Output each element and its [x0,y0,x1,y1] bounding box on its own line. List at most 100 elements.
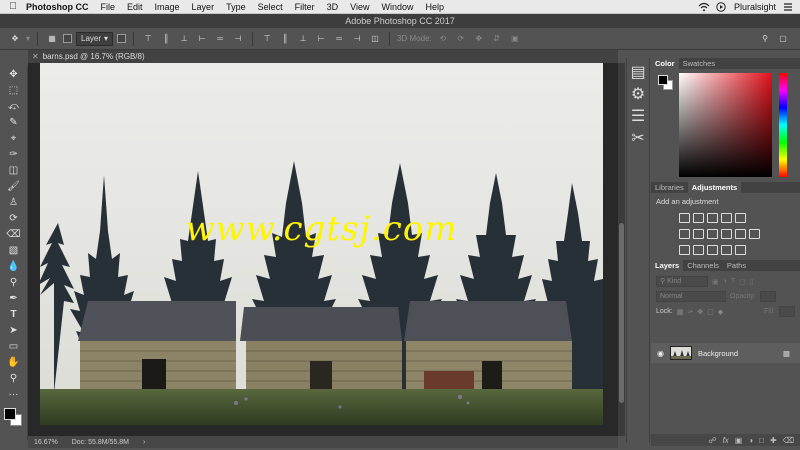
invert-icon[interactable] [679,245,690,255]
layer-filter-select[interactable]: ⚲ Kind [656,276,708,287]
foreground-color[interactable] [4,408,16,420]
menu-type[interactable]: Type [220,0,252,14]
distribute-left-icon[interactable]: ⊢ [314,32,328,46]
tab-paths[interactable]: Paths [723,260,750,271]
layer-style-icon[interactable]: fx [723,436,729,445]
menu-file[interactable]: File [95,0,122,14]
auto-select-target-select[interactable]: Layer ▾ [76,31,114,46]
filter-shape-icon[interactable]: ▢ [739,278,746,286]
align-right-icon[interactable]: ⊣ [231,32,245,46]
lock-all-icon[interactable]: ◆ [718,308,723,316]
foreground-swatch[interactable] [658,75,668,85]
filter-type-icon[interactable]: T [731,278,735,285]
search-icon[interactable]: ⚲ [758,32,772,46]
show-transform-checkbox[interactable] [117,34,127,43]
apple-icon[interactable]:  [6,0,20,14]
tab-layers[interactable]: Layers [651,260,684,271]
tab-swatches[interactable]: Swatches [679,58,720,69]
healing-brush-tool-icon[interactable]: ◫ [4,163,24,178]
more-tools-icon[interactable]: ··· [4,387,24,402]
eye-icon[interactable]: ◉ [657,349,664,358]
link-layers-icon[interactable]: ☍ [708,436,716,445]
auto-align-icon[interactable]: ◫ [368,32,382,46]
close-icon[interactable]: ✕ [32,50,39,63]
new-adjustment-layer-icon[interactable]: ◑ [748,436,753,445]
color-lookup-icon[interactable] [749,229,760,239]
rotate-3d-icon[interactable]: ⟲ [436,32,450,46]
menu-app-name[interactable]: Photoshop CC [20,0,95,14]
quick-selection-tool-icon[interactable]: ✎ [4,115,24,130]
lock-artboard-icon[interactable]: ▢ [707,308,714,316]
align-top-icon[interactable]: ⊤ [141,32,155,46]
delete-layer-icon[interactable]: ⌫ [783,436,794,445]
levels-icon[interactable] [693,213,704,223]
menu-view[interactable]: View [344,0,375,14]
new-group-icon[interactable]: □ [759,436,764,445]
history-panel-icon[interactable]: ▤ [630,64,646,81]
move-tool-icon[interactable]: ✥ [4,67,24,82]
status-menu-icon[interactable]: › [143,439,145,446]
add-mask-icon[interactable]: ▣ [735,436,743,445]
zoom-tool-icon[interactable]: ⚲ [4,371,24,386]
distribute-top-icon[interactable]: ⊤ [260,32,274,46]
slide-3d-icon[interactable]: ⇵ [490,32,504,46]
menu-layer[interactable]: Layer [186,0,221,14]
marquee-tool-icon[interactable]: ⬚ [4,83,24,98]
scale-3d-icon[interactable]: ▣ [508,32,522,46]
align-hcenter-icon[interactable]: ═ [213,32,227,46]
vibrance-icon[interactable] [735,213,746,223]
rectangle-tool-icon[interactable]: ▭ [4,339,24,354]
curves-icon[interactable] [707,213,718,223]
channel-mixer-icon[interactable] [735,229,746,239]
tab-color[interactable]: Color [651,58,679,69]
crop-tool-icon[interactable]: ⌖ [4,131,24,146]
document-image[interactable]: www.cgtsj.com [40,63,603,425]
tab-adjustments[interactable]: Adjustments [687,182,742,193]
filter-pixel-icon[interactable]: ▣ [712,278,719,286]
type-tool-icon[interactable]: T [4,307,24,322]
selective-color-icon[interactable] [735,245,746,255]
move-tool-preset-icon[interactable]: ✥ [8,32,22,46]
lock-position-icon[interactable]: ✥ [697,308,703,316]
gradient-map-icon[interactable] [721,245,732,255]
gradient-tool-icon[interactable]: ▧ [4,243,24,258]
brightness-contrast-icon[interactable] [679,213,690,223]
properties-panel-icon[interactable]: ⚙ [630,86,646,103]
exposure-icon[interactable] [721,213,732,223]
tools-settings-icon[interactable]: ✂ [630,130,646,147]
blur-tool-icon[interactable]: 💧 [4,259,24,274]
workspace-icon[interactable]: ▢ [776,32,790,46]
brush-tool-icon[interactable]: 🖌 [4,179,24,194]
lock-image-icon[interactable]: ✑ [687,308,693,316]
tab-libraries[interactable]: Libraries [651,182,688,193]
scrollbar-thumb[interactable] [619,223,624,403]
lock-pixels-icon[interactable]: ▦ [677,308,684,316]
filter-adjustment-icon[interactable]: ◑ [723,278,727,285]
eraser-tool-icon[interactable]: ⌫ [4,227,24,242]
black-white-icon[interactable] [707,229,718,239]
threshold-icon[interactable] [707,245,718,255]
paragraph-panel-icon[interactable]: ☰ [630,108,646,125]
fill-field[interactable] [779,306,795,317]
pen-tool-icon[interactable]: ✒ [4,291,24,306]
new-layer-icon[interactable]: ✚ [770,436,777,445]
clone-stamp-tool-icon[interactable]: ♙ [4,195,24,210]
distribute-right-icon[interactable]: ⊣ [350,32,364,46]
hue-slider[interactable] [779,73,787,177]
dodge-tool-icon[interactable]: ⚲ [4,275,24,290]
document-tab[interactable]: ✕ barns.psd @ 16.7% (RGB/8) [28,50,618,63]
distribute-vcenter-icon[interactable]: ║ [278,32,292,46]
zoom-level[interactable]: 16.67% [34,439,58,446]
lasso-tool-icon[interactable]: ⤽ [4,99,24,114]
blend-mode-select[interactable]: Normal [656,291,726,302]
pluralsight-icon[interactable] [716,1,728,12]
chevron-down-icon[interactable]: ▾ [26,34,30,43]
color-picker-field[interactable] [679,73,772,177]
menu-edit[interactable]: Edit [121,0,149,14]
menu-list-icon[interactable] [782,2,794,12]
filter-smart-icon[interactable]: ▯ [750,278,754,286]
menu-select[interactable]: Select [252,0,289,14]
hue-saturation-icon[interactable] [679,229,690,239]
menu-filter[interactable]: Filter [289,0,321,14]
vertical-scrollbar[interactable] [618,63,625,436]
